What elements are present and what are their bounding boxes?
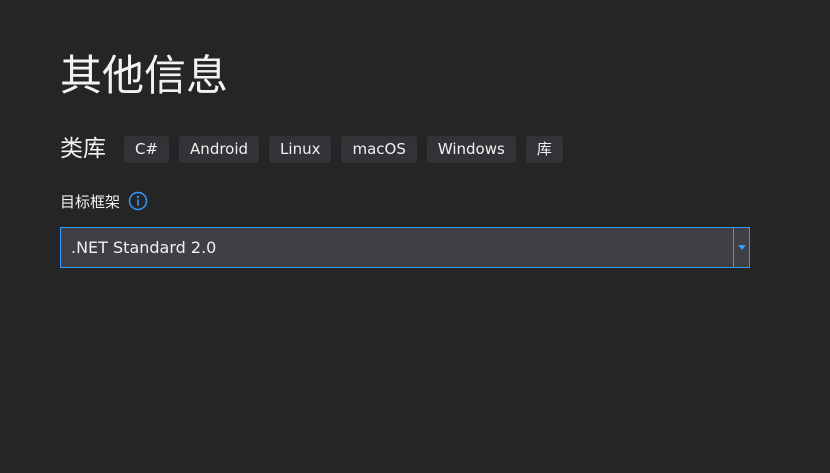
template-name: 类库 xyxy=(60,136,106,162)
tag-project-type: 库 xyxy=(525,135,563,163)
tag-platform-linux: Linux xyxy=(269,135,332,163)
tag-language: C# xyxy=(124,135,170,163)
tag-platform-android: Android xyxy=(179,135,260,163)
info-icon[interactable] xyxy=(128,191,148,211)
tag-platform-windows: Windows xyxy=(426,135,516,163)
target-framework-value: .NET Standard 2.0 xyxy=(71,238,217,257)
chevron-down-icon xyxy=(737,245,746,250)
framework-label: 目标框架 xyxy=(60,192,121,211)
template-tags: C# Android Linux macOS Windows 库 xyxy=(124,135,573,163)
dropdown-toggle[interactable] xyxy=(733,228,749,267)
additional-info-page: 其他信息 类库 C# Android Linux macOS Windows 库… xyxy=(0,0,830,473)
framework-label-row: 目标框架 xyxy=(60,189,148,213)
page-title: 其他信息 xyxy=(60,51,229,100)
template-summary: 类库 C# Android Linux macOS Windows 库 xyxy=(60,134,573,164)
tag-platform-macos: macOS xyxy=(341,135,417,163)
target-framework-dropdown[interactable]: .NET Standard 2.0 xyxy=(60,227,750,268)
